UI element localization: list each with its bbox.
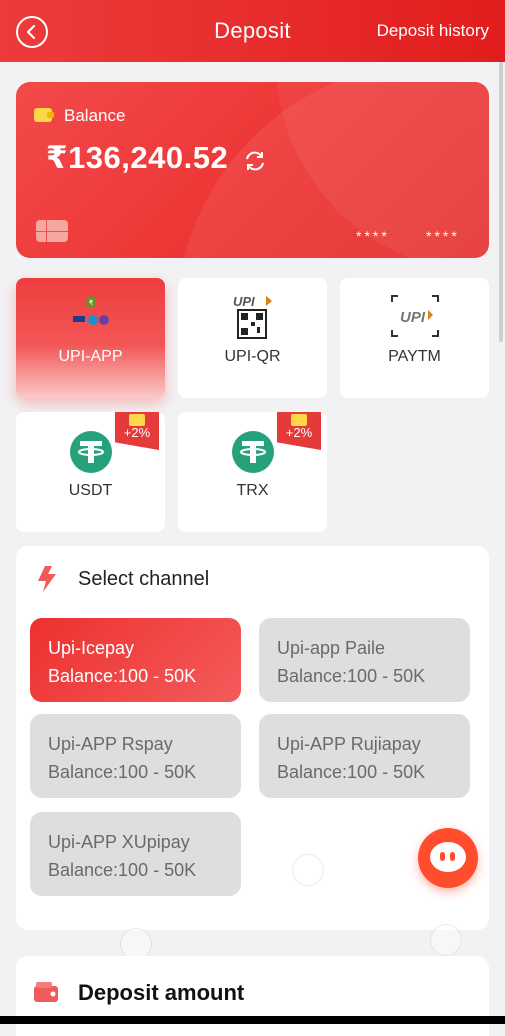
chat-face xyxy=(430,842,466,872)
system-nav-bar xyxy=(0,1016,505,1024)
bonus-text: +2% xyxy=(285,425,313,440)
lightning-icon xyxy=(38,566,56,592)
channel-balance: Balance:100 - 50K xyxy=(277,762,426,782)
channel-balance: Balance:100 - 50K xyxy=(277,666,426,686)
bonus-badge: +2% xyxy=(115,412,159,450)
channel-option[interactable]: Upi-app Paile Balance:100 - 50K xyxy=(259,618,470,702)
header-bar: Deposit Deposit history xyxy=(0,0,505,62)
wallet-icon xyxy=(34,982,58,1002)
deposit-history-link[interactable]: Deposit history xyxy=(377,21,489,41)
bonus-text: +2% xyxy=(123,425,151,440)
select-channel-panel: Select channel Upi-Icepay Balance:100 - … xyxy=(16,546,489,930)
payment-method-label: UPI-QR xyxy=(224,348,281,365)
section-title: Deposit amount xyxy=(78,980,245,1005)
paytm-icon: UPI xyxy=(390,295,439,337)
payment-method-upi-qr[interactable]: UPI UPI-QR xyxy=(178,278,327,398)
chat-eye xyxy=(440,852,445,861)
payment-method-label: TRX xyxy=(236,482,269,499)
svg-text:UPI: UPI xyxy=(233,294,255,309)
upi-qr-icon: UPI xyxy=(233,294,272,339)
channel-name: Upi-app Paile xyxy=(277,638,386,658)
svg-text:₹: ₹ xyxy=(88,299,93,307)
payment-method-upi-app[interactable]: ₹ UPI-APP xyxy=(16,278,165,398)
channel-name: Upi-APP XUpipay xyxy=(48,832,190,852)
bonus-badge: +2% xyxy=(277,412,321,450)
balance-card: Balance ₹136,240.52 **** **** xyxy=(16,82,489,258)
channel-option[interactable]: Upi-APP XUpipay Balance:100 - 50K xyxy=(30,812,241,896)
channel-option[interactable]: Upi-Icepay Balance:100 - 50K xyxy=(30,618,241,702)
refresh-icon[interactable] xyxy=(240,146,270,176)
card-chip-icon xyxy=(36,220,68,242)
balance-amount: ₹136,240.52 xyxy=(46,140,229,175)
overlay-circle xyxy=(292,854,324,886)
channel-name: Upi-Icepay xyxy=(48,638,135,658)
tether-icon xyxy=(231,431,274,473)
payment-method-label: USDT xyxy=(68,482,113,499)
payment-method-usdt[interactable]: +2% USDT xyxy=(16,412,165,532)
upi-app-icon: ₹ xyxy=(72,296,109,325)
chat-eye xyxy=(450,852,455,861)
scrollbar[interactable] xyxy=(499,62,503,342)
channel-name: Upi-APP Rujiapay xyxy=(277,734,421,754)
section-title: Select channel xyxy=(78,568,210,590)
tether-icon xyxy=(69,431,112,473)
payment-method-label: UPI-APP xyxy=(58,348,123,365)
channel-balance: Balance:100 - 50K xyxy=(48,762,197,782)
channel-balance: Balance:100 - 50K xyxy=(48,860,197,880)
payment-method-label: PAYTM xyxy=(388,348,441,365)
svg-text:UPI: UPI xyxy=(400,309,426,326)
balance-label: Balance xyxy=(64,106,126,125)
chat-support-icon[interactable] xyxy=(418,828,478,888)
card-number-mask: **** xyxy=(426,228,460,244)
channel-name: Upi-APP Rspay xyxy=(48,734,173,754)
overlay-circle xyxy=(430,924,462,956)
wallet-icon xyxy=(34,108,54,122)
channel-option[interactable]: Upi-APP Rujiapay Balance:100 - 50K xyxy=(259,714,470,798)
channel-option[interactable]: Upi-APP Rspay Balance:100 - 50K xyxy=(30,714,241,798)
payment-method-paytm[interactable]: UPI PAYTM xyxy=(340,278,489,398)
deposit-amount-panel: Deposit amount xyxy=(16,956,489,1036)
payment-method-trx[interactable]: +2% TRX xyxy=(178,412,327,532)
card-number-mask: **** xyxy=(356,228,390,244)
channel-balance: Balance:100 - 50K xyxy=(48,666,197,686)
